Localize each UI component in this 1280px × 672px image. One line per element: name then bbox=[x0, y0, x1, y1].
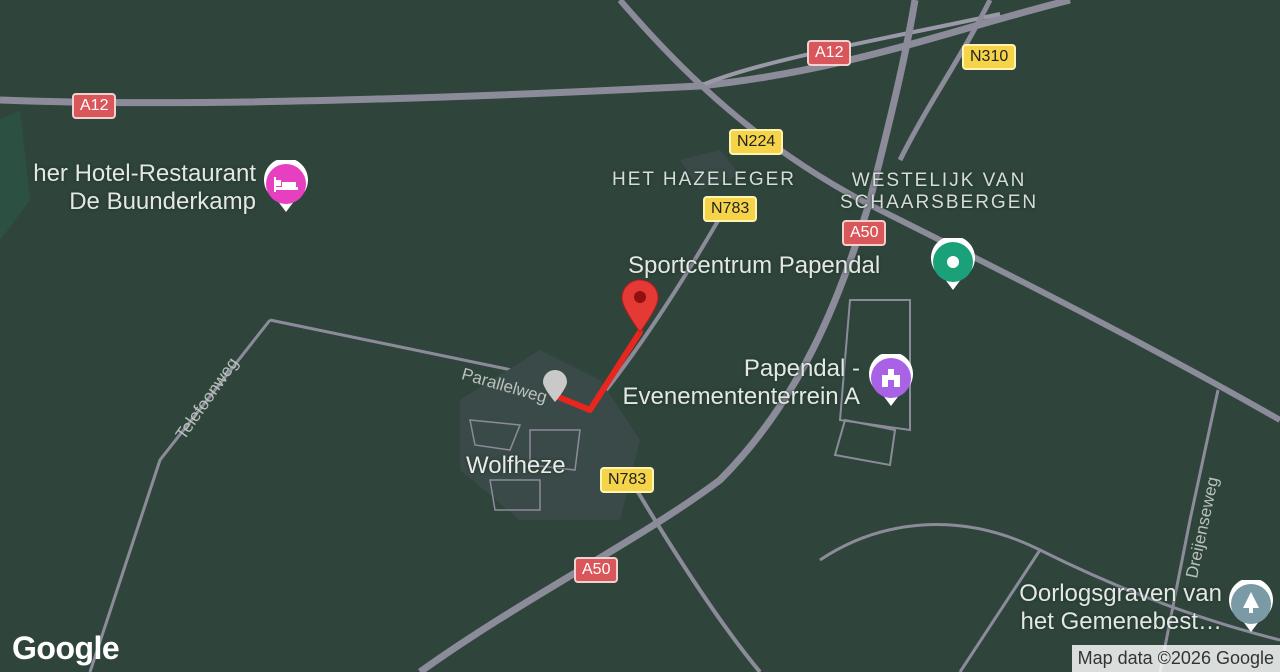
poi-label-papendal[interactable]: Papendal - Evenemententerrein A bbox=[580, 355, 860, 411]
monument-icon[interactable] bbox=[866, 354, 916, 408]
google-logo: Google bbox=[12, 630, 120, 666]
n783-shield-top: N783 bbox=[703, 196, 758, 222]
n310-shield: N310 bbox=[962, 44, 1017, 70]
map-canvas[interactable]: A12 A12 N310 N224 N783 A50 N783 A50 HET … bbox=[0, 0, 1280, 672]
a12-shield-top: A12 bbox=[807, 40, 852, 66]
poi-hotel-line1: her Hotel-Restaurant bbox=[33, 160, 256, 187]
a12-shield-left: A12 bbox=[72, 93, 117, 119]
cemetery-icon[interactable] bbox=[1226, 580, 1276, 634]
destination-pin-icon[interactable] bbox=[618, 278, 662, 334]
area-label-line1: WESTELIJK VAN bbox=[851, 170, 1027, 191]
poi-war-line2: het Gemenebest… bbox=[1020, 608, 1222, 635]
area-label-westelijk-van-schaarsbergen: WESTELIJK VAN SCHAARSBERGEN bbox=[840, 170, 1038, 214]
poi-label-sportcentrum[interactable]: Sportcentrum Papendal bbox=[628, 252, 880, 280]
poi-hotel-line2: De Buunderkamp bbox=[69, 188, 256, 215]
poi-label-hotel[interactable]: her Hotel-Restaurant De Buunderkamp bbox=[0, 160, 256, 216]
sport-dot-icon[interactable] bbox=[928, 238, 978, 292]
place-label-wolfheze[interactable]: Wolfheze bbox=[466, 452, 566, 480]
n783-shield-bottom: N783 bbox=[600, 467, 655, 493]
poi-war-line1: Oorlogsgraven van bbox=[1019, 580, 1222, 607]
poi-papendal-line2: Evenemententerrein A bbox=[622, 383, 860, 410]
area-label-het-hazeleger: HET HAZELEGER bbox=[612, 169, 797, 190]
a50-shield-bottom: A50 bbox=[574, 557, 619, 583]
origin-pin-icon[interactable] bbox=[541, 370, 569, 404]
n224-shield: N224 bbox=[729, 129, 784, 155]
map-attribution[interactable]: Map data ©2026 Google bbox=[1071, 645, 1280, 672]
poi-label-oorlogsgraven[interactable]: Oorlogsgraven van het Gemenebest… bbox=[960, 580, 1222, 636]
map-roads bbox=[0, 0, 1280, 672]
area-label-line2: SCHAARSBERGEN bbox=[840, 192, 1039, 213]
hotel-bed-icon[interactable] bbox=[261, 160, 311, 214]
a50-shield-top: A50 bbox=[842, 220, 887, 246]
poi-papendal-line1: Papendal - bbox=[743, 355, 860, 382]
